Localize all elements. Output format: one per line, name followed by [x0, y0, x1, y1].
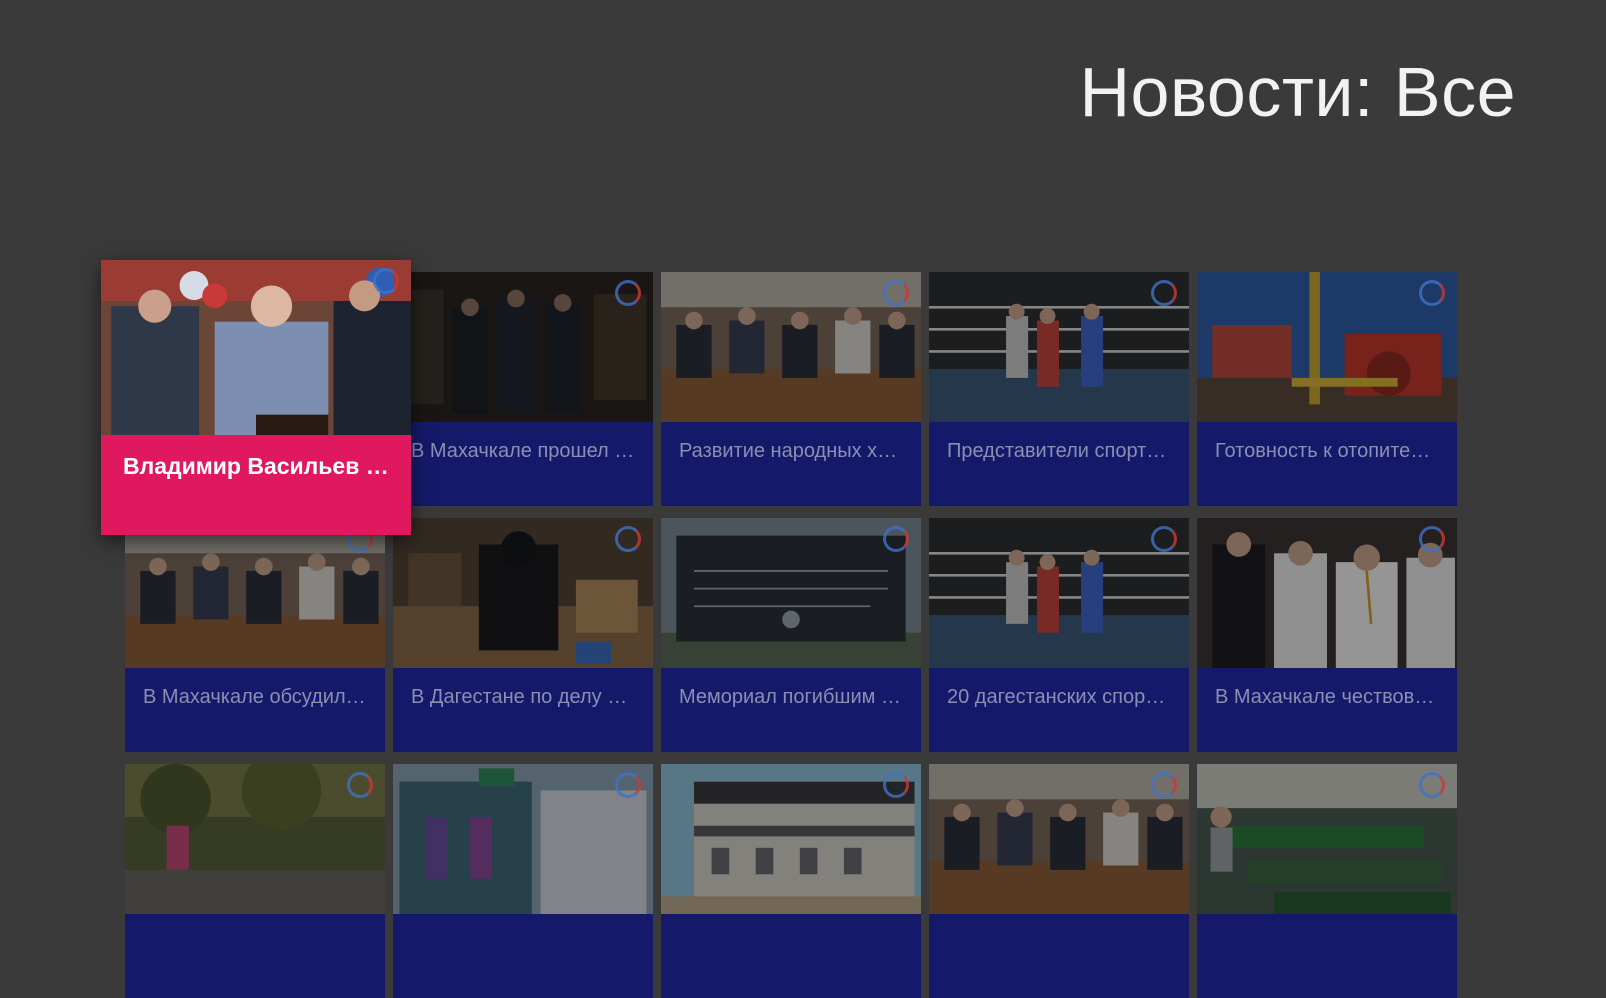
- channel-logo-icon: [1151, 772, 1177, 798]
- news-thumbnail: [393, 764, 653, 914]
- news-card[interactable]: [661, 764, 921, 998]
- news-thumbnail: [1197, 764, 1457, 914]
- news-card[interactable]: Представители спорт…: [929, 272, 1189, 506]
- news-card[interactable]: [929, 764, 1189, 998]
- news-card[interactable]: [125, 764, 385, 998]
- news-thumbnail: [929, 764, 1189, 914]
- channel-logo-icon: [615, 280, 641, 306]
- news-caption: В Махачкале чествов…: [1197, 668, 1457, 752]
- channel-logo-icon: [1419, 772, 1445, 798]
- channel-logo-icon: [615, 772, 641, 798]
- news-caption: [929, 914, 1189, 998]
- news-card[interactable]: [393, 764, 653, 998]
- news-card[interactable]: Мемориал погибшим …: [661, 518, 921, 752]
- news-title: В Махачкале чествов…: [1215, 686, 1435, 708]
- channel-logo-icon: [615, 526, 641, 552]
- news-caption: Мемориал погибшим …: [661, 668, 921, 752]
- news-card[interactable]: В Махачкале чествов…: [1197, 518, 1457, 752]
- news-thumbnail: [661, 272, 921, 422]
- news-card[interactable]: Готовность к отопите…: [1197, 272, 1457, 506]
- news-thumbnail: [125, 518, 385, 668]
- news-thumbnail: [125, 764, 385, 914]
- news-caption: В Дагестане по делу …: [393, 668, 653, 752]
- news-title: Развитие народных х…: [679, 440, 898, 462]
- news-title: В Дагестане по делу …: [411, 686, 628, 708]
- news-thumbnail: [393, 518, 653, 668]
- news-caption: В Махачкале обсудил…: [125, 668, 385, 752]
- channel-logo-icon: [373, 268, 399, 294]
- news-thumbnail: [929, 518, 1189, 668]
- channel-logo-icon: [347, 772, 373, 798]
- news-card[interactable]: В Махачкале обсудил…: [125, 518, 385, 752]
- news-caption: 20 дагестанских спор…: [929, 668, 1189, 752]
- news-caption: Представители спорт…: [929, 422, 1189, 506]
- news-thumbnail: [1197, 518, 1457, 668]
- news-caption: Развитие народных х…: [661, 422, 921, 506]
- news-thumbnail: [393, 272, 653, 422]
- channel-logo-icon: [1151, 280, 1177, 306]
- news-title: Готовность к отопите…: [1215, 440, 1431, 462]
- channel-logo-icon: [883, 280, 909, 306]
- channel-logo-icon: [1151, 526, 1177, 552]
- channel-logo-icon: [1419, 280, 1445, 306]
- news-thumbnail: [661, 518, 921, 668]
- news-thumbnail: [1197, 272, 1457, 422]
- news-card-focused[interactable]: Владимир Васильев с…: [101, 260, 411, 535]
- channel-logo-icon: [883, 526, 909, 552]
- news-caption: [1197, 914, 1457, 998]
- news-card[interactable]: В Махачкале прошел …: [393, 272, 653, 506]
- news-caption: В Махачкале прошел …: [393, 422, 653, 506]
- news-grid: Владимир Васильев с… В Махачкале прошел ……: [0, 0, 1606, 998]
- news-title: 20 дагестанских спор…: [947, 686, 1166, 708]
- news-title: Владимир Васильев с…: [123, 453, 391, 479]
- news-caption: Владимир Васильев с…: [101, 435, 411, 535]
- channel-logo-icon: [1419, 526, 1445, 552]
- news-caption: Готовность к отопите…: [1197, 422, 1457, 506]
- news-thumbnail: [101, 260, 411, 435]
- news-title: Мемориал погибшим …: [679, 686, 901, 708]
- channel-logo-icon: [883, 772, 909, 798]
- news-caption: [393, 914, 653, 998]
- news-card[interactable]: В Дагестане по делу …: [393, 518, 653, 752]
- news-card[interactable]: Развитие народных х…: [661, 272, 921, 506]
- news-thumbnail: [929, 272, 1189, 422]
- news-card[interactable]: [1197, 764, 1457, 998]
- news-title: В Махачкале обсудил…: [143, 686, 366, 708]
- news-thumbnail: [661, 764, 921, 914]
- news-caption: [661, 914, 921, 998]
- news-title: Представители спорт…: [947, 440, 1167, 462]
- news-card[interactable]: 20 дагестанских спор…: [929, 518, 1189, 752]
- news-caption: [125, 914, 385, 998]
- news-title: В Махачкале прошел …: [411, 440, 635, 462]
